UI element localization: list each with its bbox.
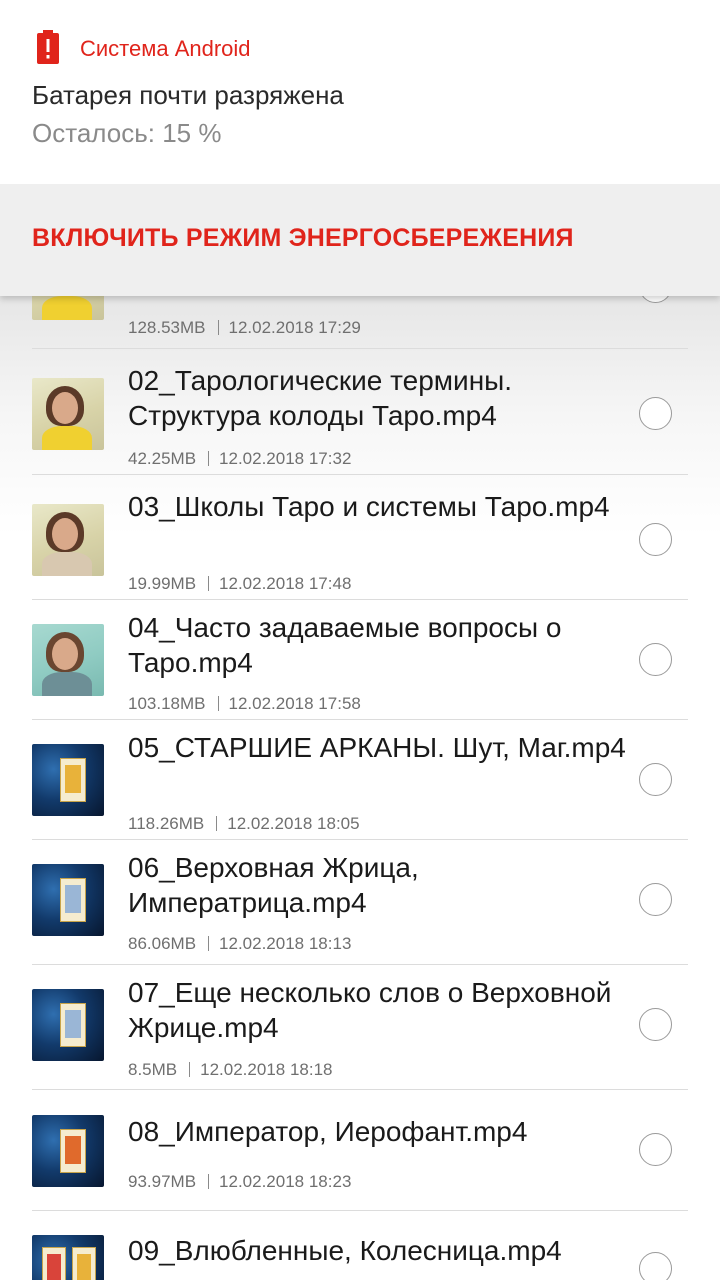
- file-date: 12.02.2018 17:58: [228, 694, 361, 713]
- file-date: 12.02.2018 18:13: [219, 934, 352, 953]
- file-title: 06_Верховная Жрица, Императрица.mp4: [128, 852, 419, 918]
- list-item[interactable]: 02_Тарологические термины. Структура кол…: [32, 349, 688, 475]
- file-title: 05_СТАРШИЕ АРКАНЫ. Шут, Маг.mp4: [128, 732, 626, 763]
- list-item[interactable]: 06_Верховная Жрица, Императрица.mp4 86.0…: [32, 840, 688, 965]
- list-item[interactable]: 03_Школы Таро и системы Таро.mp4 19.99MB…: [32, 475, 688, 600]
- meta-divider: [208, 1174, 210, 1189]
- file-meta: 93.97MB 12.02.2018 18:23: [128, 1172, 351, 1192]
- select-radio[interactable]: [639, 397, 672, 430]
- list-item[interactable]: 08_Император, Иерофант.mp4 93.97MB 12.02.…: [32, 1090, 688, 1211]
- notification-text: Осталось: 15 %: [32, 118, 222, 148]
- select-radio[interactable]: [639, 643, 672, 676]
- video-thumbnail: [32, 504, 104, 576]
- select-radio[interactable]: [639, 1252, 672, 1280]
- power-saving-mode-button[interactable]: ВКЛЮЧИТЬ РЕЖИМ ЭНЕРГОСБЕРЕЖЕНИЯ: [32, 224, 574, 253]
- video-thumbnail: [32, 1115, 104, 1187]
- meta-divider: [208, 576, 210, 591]
- file-size: 42.25MB: [128, 449, 197, 468]
- video-thumbnail: [32, 1235, 104, 1280]
- video-thumbnail: [32, 744, 104, 816]
- list-item[interactable]: 09_Влюбленные, Колесница.mp4: [32, 1211, 688, 1280]
- meta-divider: [217, 696, 219, 711]
- meta-divider: [208, 451, 210, 466]
- screen: 128.53MB 12.02.2018 17:29 02_Тарологическ…: [0, 0, 720, 1280]
- file-meta: 128.53MB 12.02.2018 17:29: [128, 318, 361, 338]
- file-date: 12.02.2018 18:05: [227, 814, 360, 833]
- file-meta: 118.26MB 12.02.2018 18:05: [128, 814, 360, 834]
- file-meta: 86.06MB 12.02.2018 18:13: [128, 934, 351, 954]
- video-thumbnail: [32, 378, 104, 450]
- file-title: 09_Влюбленные, Колесница.mp4: [128, 1235, 562, 1266]
- select-radio[interactable]: [639, 883, 672, 916]
- file-date: 12.02.2018 18:18: [200, 1060, 333, 1079]
- notification-app-name: Система Android: [80, 36, 251, 61]
- file-size: 19.99MB: [128, 574, 197, 593]
- file-size: 93.97MB: [128, 1172, 197, 1191]
- file-meta: 42.25MB 12.02.2018 17:32: [128, 449, 351, 469]
- file-size: 8.5MB: [128, 1060, 178, 1079]
- file-size: 86.06MB: [128, 934, 197, 953]
- list-item[interactable]: 07_Еще несколько слов о Верховной Жрице.…: [32, 965, 688, 1090]
- file-date: 12.02.2018 17:48: [219, 574, 352, 593]
- video-thumbnail: [32, 624, 104, 696]
- video-thumbnail: [32, 989, 104, 1061]
- list-item[interactable]: 04_Часто задаваемые вопросы о Таро.mp4 1…: [32, 600, 688, 720]
- video-thumbnail: [32, 864, 104, 936]
- file-meta: 19.99MB 12.02.2018 17:48: [128, 574, 351, 594]
- select-radio[interactable]: [639, 1133, 672, 1166]
- low-battery-notification[interactable]: Система Android Батарея почти разряжена …: [0, 0, 720, 296]
- file-date: 12.02.2018 17:32: [219, 449, 352, 468]
- meta-divider: [217, 320, 219, 335]
- meta-divider: [189, 1062, 191, 1077]
- notification-title: Батарея почти разряжена: [32, 80, 344, 110]
- file-title: 07_Еще несколько слов о Верховной Жрице.…: [128, 977, 612, 1043]
- select-radio[interactable]: [639, 523, 672, 556]
- battery-low-icon: [34, 30, 62, 64]
- file-meta: 8.5MB 12.02.2018 18:18: [128, 1060, 333, 1080]
- notification-actions: ВКЛЮЧИТЬ РЕЖИМ ЭНЕРГОСБЕРЕЖЕНИЯ: [0, 184, 720, 296]
- file-size: 103.18MB: [128, 694, 206, 713]
- file-size: 128.53MB: [128, 318, 206, 337]
- select-radio[interactable]: [639, 763, 672, 796]
- meta-divider: [208, 936, 210, 951]
- file-title: 08_Император, Иерофант.mp4: [128, 1116, 528, 1147]
- file-size: 118.26MB: [128, 814, 205, 833]
- list-item[interactable]: 05_СТАРШИЕ АРКАНЫ. Шут, Маг.mp4 118.26MB…: [32, 720, 688, 840]
- file-title: 04_Часто задаваемые вопросы о Таро.mp4: [128, 612, 562, 678]
- select-radio[interactable]: [639, 1008, 672, 1041]
- meta-divider: [216, 816, 218, 831]
- file-title: 03_Школы Таро и системы Таро.mp4: [128, 491, 610, 522]
- file-meta: 103.18MB 12.02.2018 17:58: [128, 694, 361, 714]
- file-date: 12.02.2018 18:23: [219, 1172, 352, 1191]
- file-title: 02_Тарологические термины. Структура кол…: [128, 365, 513, 431]
- file-date: 12.02.2018 17:29: [228, 318, 361, 337]
